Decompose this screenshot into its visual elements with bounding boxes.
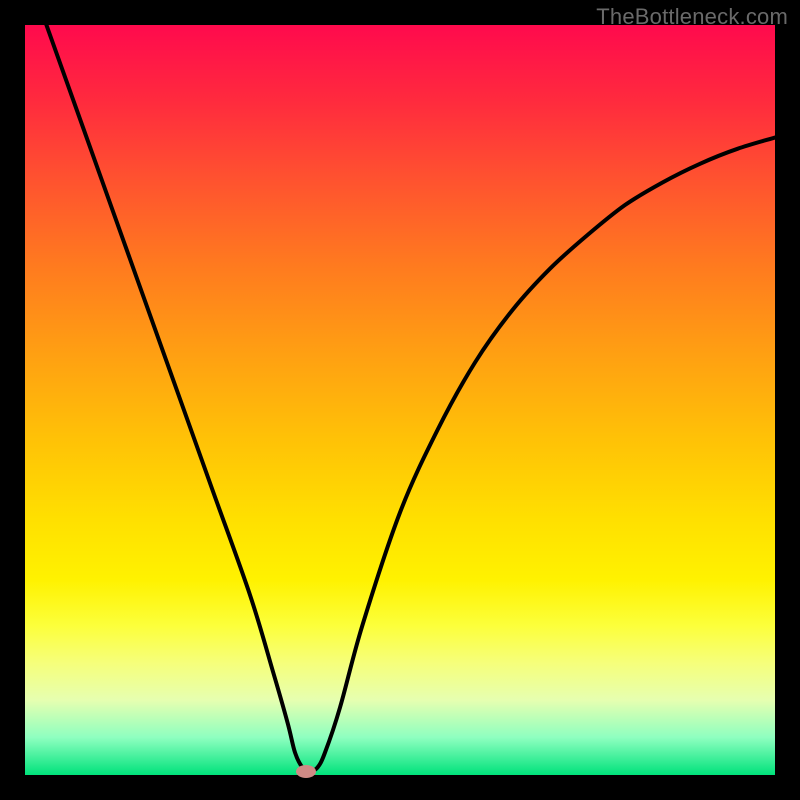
minimum-marker bbox=[296, 765, 316, 778]
bottleneck-curve bbox=[25, 25, 775, 775]
plot-area bbox=[25, 25, 775, 775]
watermark-text: TheBottleneck.com bbox=[596, 4, 788, 30]
chart-container: TheBottleneck.com bbox=[0, 0, 800, 800]
